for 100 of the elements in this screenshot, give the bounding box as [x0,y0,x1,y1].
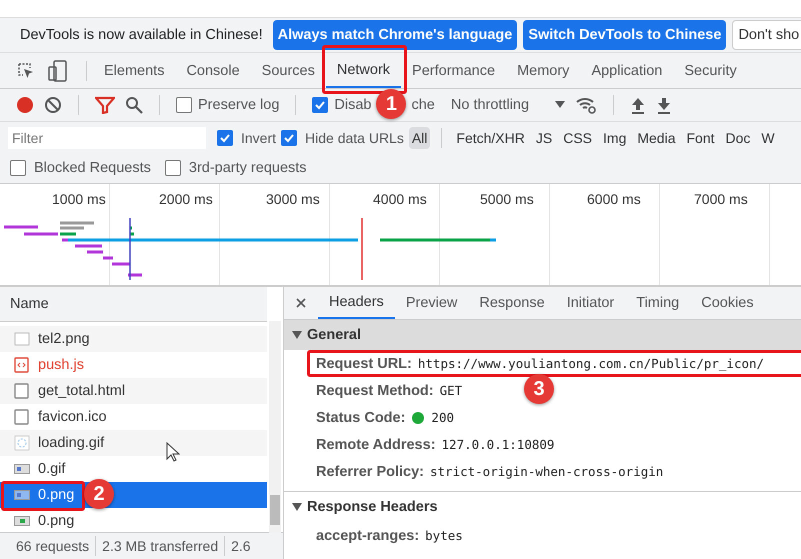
request-row[interactable]: 0.png [0,508,267,532]
header-value: GET [440,383,462,398]
request-row[interactable]: favicon.ico [0,404,267,430]
panel-tab[interactable]: Console [175,53,251,88]
panel-tab[interactable]: Elements [93,53,176,88]
section-header[interactable]: General [284,320,801,350]
close-icon[interactable] [296,298,306,308]
search-icon[interactable] [125,96,143,114]
status-dot-icon [411,410,426,424]
header-value: bytes [425,528,463,543]
checkbox-label: Preserve log [198,97,280,113]
request-row[interactable]: 0.png 2 [0,482,267,508]
type-filter-button[interactable]: Fetch/XHR [453,126,528,148]
request-name: tel2.png [38,331,90,347]
header-value: https://www.youliantong.com.cn/Public/pr_icon/ [418,356,764,371]
caret-icon [292,503,302,511]
header-value: 127.0.0.1:10809 [442,437,554,452]
checkbox-label: Hide data URLs [305,130,404,146]
status-text: 2.3 MB transferred [102,538,218,554]
record-icon[interactable] [16,96,34,114]
type-filter-button[interactable]: All [408,126,430,148]
detail-tab[interactable]: Response [468,287,556,319]
infobar-button[interactable]: Don't sho [732,20,801,50]
type-filter-button[interactable]: CSS [560,126,596,148]
checkbox[interactable] [217,130,233,146]
request-row[interactable]: loading.gif [0,430,267,456]
callout-badge: 3 [524,374,554,404]
header-name: accept-ranges: [316,528,420,544]
image-thumbnail-icon [14,516,30,526]
panel-tab[interactable]: Sources [250,53,326,88]
checkbox-label: che [411,97,435,113]
infobar-button[interactable]: Switch DevTools to Chinese [523,20,726,50]
detail-tab[interactable]: Cookies [690,287,765,319]
request-row[interactable]: tel2.png [0,326,267,352]
caret-icon [292,331,302,339]
request-name: favicon.ico [38,409,107,425]
section-header[interactable]: Response Headers [284,492,801,522]
checkbox[interactable] [176,97,192,113]
type-filter-button[interactable]: Font [684,126,718,148]
time-tick-label: 1000 ms [52,191,107,207]
download-icon[interactable] [656,96,672,114]
type-filter-button[interactable]: JS [532,126,556,148]
mouse-cursor-icon [166,442,180,462]
upload-icon[interactable] [630,96,646,114]
panel-tab[interactable]: Memory [506,53,580,88]
checkbox-label: Invert [241,130,276,146]
request-name: get_total.html [38,383,126,399]
detail-tab[interactable]: Initiator [556,287,626,319]
time-tick-label: 7000 ms [694,191,749,207]
filter-icon[interactable] [95,96,115,114]
document-icon [14,409,30,425]
time-tick-label: 6000 ms [587,191,642,207]
column-header[interactable]: Name [0,287,267,322]
header-name: Status Code: [316,410,406,426]
network-conditions-icon[interactable] [575,96,598,114]
type-filter-button[interactable]: Media [634,126,678,148]
checkbox[interactable] [10,160,26,176]
request-name: loading.gif [38,435,104,451]
request-row[interactable]: get_total.html [0,378,267,404]
callout-badge: 1 [376,89,406,119]
spinner-image-icon [14,435,30,451]
request-name: 0.png [38,513,74,529]
time-tick-label: 3000 ms [266,191,321,207]
checkbox[interactable] [281,130,298,146]
throttling-dropdown[interactable]: No throttling [450,97,566,113]
panel-tab[interactable]: Application [580,53,674,88]
panel-tab[interactable]: Performance [401,53,506,88]
detail-tab[interactable]: Preview [394,287,468,319]
header-name: Request URL: [316,356,412,372]
image-file-icon [14,332,30,346]
caret-icon [555,101,566,109]
image-thumbnail-icon [14,490,30,500]
header-value: 200 [431,410,454,425]
checkbox-label: 3rd-party requests [188,160,307,176]
type-filter-button[interactable]: Doc [722,126,754,148]
request-row[interactable]: 0.gif [0,456,267,482]
scrollbar[interactable] [269,321,281,533]
status-text: 2.6 [231,538,251,554]
time-tick-label: 2000 ms [159,191,214,207]
checkbox[interactable] [312,97,328,113]
checkbox-label: Blocked Requests [34,160,151,176]
infobar-button[interactable]: Always match Chrome's language [272,20,518,50]
script-file-icon [14,357,30,373]
image-thumbnail-icon [14,464,30,474]
type-filter-button[interactable]: Img [600,126,630,148]
panel-tab[interactable]: Security [673,53,748,88]
checkbox[interactable] [164,160,181,176]
detail-tab[interactable]: Timing [625,287,690,319]
filter-field[interactable]: Filter [8,126,206,148]
clear-icon[interactable] [44,96,62,114]
request-name: push.js [38,357,84,373]
device-toolbar-icon[interactable] [48,60,68,82]
header-name: Remote Address: [316,436,436,452]
document-icon [14,383,30,399]
callout-badge: 2 [84,479,114,509]
header-value: strict-origin-when-cross-origin [430,464,664,479]
infobar-message: DevTools is now available in Chinese! [20,27,263,43]
request-name: 0.png [38,487,74,503]
type-filter-button[interactable]: W [758,126,778,148]
request-row[interactable]: push.js [0,352,267,378]
